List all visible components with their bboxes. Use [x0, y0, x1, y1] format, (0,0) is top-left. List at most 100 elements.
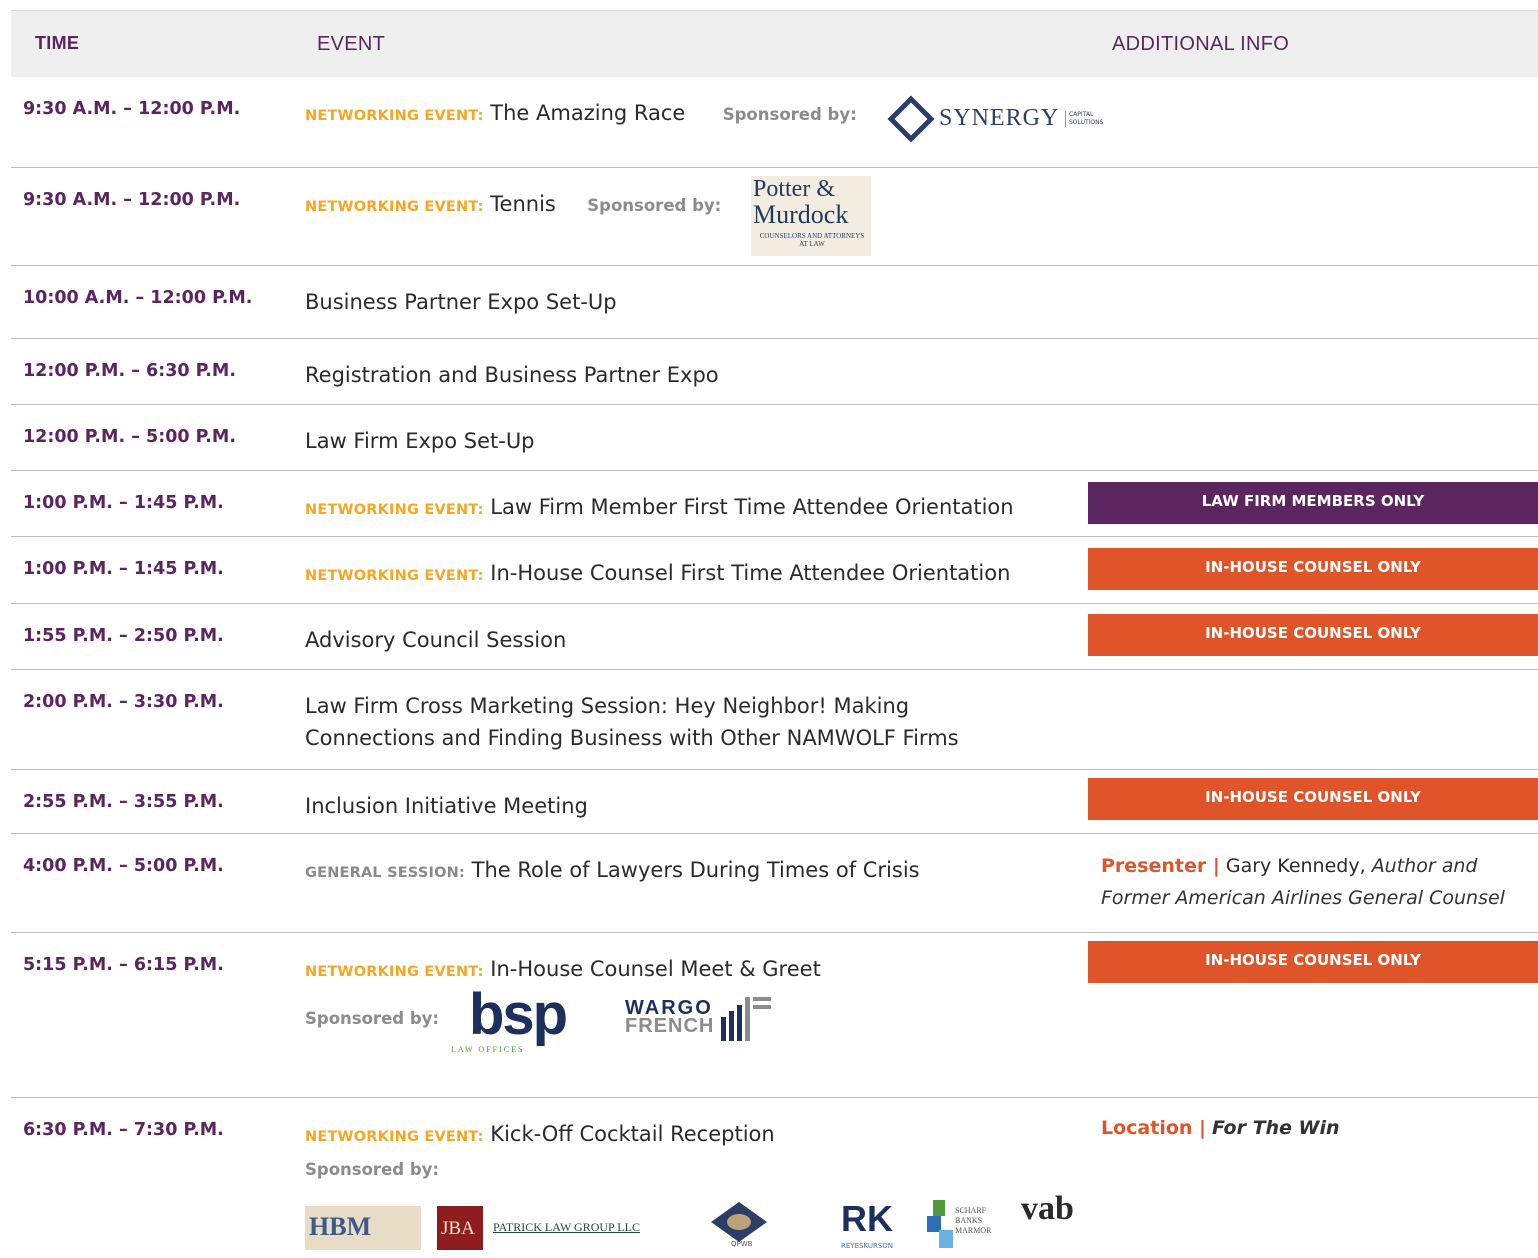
event-title: Law Firm Expo Set-Up — [305, 429, 535, 453]
location-value: For The Win — [1212, 1117, 1340, 1139]
row-time: 9:30 A.M. – 12:00 P.M. — [23, 190, 241, 210]
row-time: 1:00 P.M. – 1:45 P.M. — [23, 559, 224, 579]
event-tag: NETWORKING EVENT: — [305, 502, 484, 518]
event-title: Law Firm Member First Time Attendee Orie… — [490, 495, 1014, 519]
synergy-wordmark: SYNERGY — [939, 105, 1060, 131]
row-event: NETWORKING EVENT: Kick-Off Cocktail Rece… — [305, 1118, 775, 1153]
potter-murdock-line1: Potter & — [753, 176, 835, 202]
members-only-badge: LAW FIRM MEMBERS ONLY — [1088, 482, 1538, 524]
event-title: Law Firm Cross Marketing Session: Hey Ne… — [305, 694, 959, 750]
event-tag: GENERAL SESSION: — [305, 865, 465, 881]
in-house-only-badge: IN-HOUSE COUNSEL ONLY — [1088, 548, 1538, 590]
event-title: Business Partner Expo Set-Up — [305, 290, 617, 314]
potter-murdock-logo: Potter & Murdock COUNSELORS AND ATTORNEY… — [751, 176, 871, 256]
in-house-only-badge: IN-HOUSE COUNSEL ONLY — [1088, 778, 1538, 820]
header-additional-info: ADDITIONAL INFO — [1112, 33, 1290, 55]
vab-wordmark: vab — [1021, 1190, 1074, 1227]
header-event: EVENT — [317, 33, 386, 55]
patrick-law-group-wordmark: PATRICK LAW GROUP LLC — [493, 1220, 640, 1234]
table-row: 6:30 P.M. – 7:30 P.M. NETWORKING EVENT: … — [11, 1098, 1538, 1258]
event-title: The Role of Lawyers During Times of Cris… — [471, 858, 920, 882]
potter-murdock-subtext: COUNSELORS AND ATTORNEYS AT LAW — [759, 232, 865, 248]
table-row: 1:55 P.M. – 2:50 P.M. Advisory Council S… — [11, 604, 1538, 670]
reyes-kurson-logo: RK REYESKURSON — [837, 1198, 917, 1252]
row-event: NETWORKING EVENT: Law Firm Member First … — [305, 491, 1014, 526]
table-row: 9:30 A.M. – 12:00 P.M. NETWORKING EVENT:… — [11, 168, 1538, 266]
event-title: In-House Counsel First Time Attendee Ori… — [490, 561, 1011, 585]
location-info: Location | For The Win — [1101, 1112, 1340, 1144]
event-title: Tennis — [490, 192, 556, 216]
event-title: Inclusion Initiative Meeting — [305, 794, 588, 818]
table-row: 2:00 P.M. – 3:30 P.M. Law Firm Cross Mar… — [11, 670, 1538, 770]
table-row: 12:00 P.M. – 6:30 P.M. Registration and … — [11, 339, 1538, 405]
synergy-logo: SYNERGY CAPITAL SOLUTIONS — [887, 95, 1127, 145]
rk-subtext: REYESKURSON — [841, 1242, 894, 1250]
event-tag: NETWORKING EVENT: — [305, 108, 484, 124]
row-time: 12:00 P.M. – 5:00 P.M. — [23, 427, 236, 447]
bsp-subtext: LAW OFFICES — [451, 1045, 525, 1054]
bsp-wordmark: bsp — [469, 982, 568, 1047]
row-time: 1:55 P.M. – 2:50 P.M. — [23, 626, 224, 646]
row-time: 2:00 P.M. – 3:30 P.M. — [23, 692, 224, 712]
event-title: The Amazing Race — [490, 101, 686, 125]
wargo-french-logo: WARGO FRENCH — [623, 997, 793, 1047]
row-time: 9:30 A.M. – 12:00 P.M. — [23, 99, 241, 119]
event-tag: NETWORKING EVENT: — [305, 199, 484, 215]
row-event: GENERAL SESSION: The Role of Lawyers Dur… — [305, 854, 920, 889]
qpwb-logo: QPWB — [661, 1200, 831, 1254]
table-row: 1:00 P.M. – 1:45 P.M. NETWORKING EVENT: … — [11, 471, 1538, 537]
row-time: 10:00 A.M. – 12:00 P.M. — [23, 288, 253, 308]
rk-wordmark: RK — [841, 1198, 893, 1239]
table-row: 10:00 A.M. – 12:00 P.M. Business Partner… — [11, 266, 1538, 339]
sponsored-label: Sponsored by: — [587, 196, 722, 215]
presenter-name: Gary Kennedy, — [1225, 855, 1366, 877]
row-event: NETWORKING EVENT: The Amazing Race Spons… — [305, 97, 857, 132]
sponsored-label: Sponsored by: — [305, 1160, 439, 1179]
qpwb-wordmark: QPWB — [731, 1240, 753, 1248]
bsp-logo: bsp LAW OFFICES — [449, 982, 589, 1057]
table-row: 12:00 P.M. – 5:00 P.M. Law Firm Expo Set… — [11, 405, 1538, 471]
in-house-only-badge: IN-HOUSE COUNSEL ONLY — [1088, 941, 1538, 983]
potter-murdock-line2: Murdock — [753, 200, 849, 229]
presenter-label: Presenter | — [1101, 855, 1220, 877]
in-house-only-badge: IN-HOUSE COUNSEL ONLY — [1088, 614, 1538, 656]
location-label: Location | — [1101, 1117, 1206, 1139]
event-title: Registration and Business Partner Expo — [305, 363, 719, 387]
table-header: TIME EVENT ADDITIONAL INFO — [11, 10, 1538, 77]
french-wordmark: FRENCH — [625, 1015, 715, 1037]
sponsored-label: Sponsored by: — [305, 1009, 439, 1028]
event-tag: NETWORKING EVENT: — [305, 1129, 484, 1145]
vab-logo: vab — [1019, 1190, 1087, 1250]
row-time: 5:15 P.M. – 6:15 P.M. — [23, 955, 224, 975]
synergy-subtext: CAPITAL SOLUTIONS — [1065, 111, 1129, 127]
sponsored-label: Sponsored by: — [722, 105, 857, 124]
table-row: 5:15 P.M. – 6:15 P.M. NETWORKING EVENT: … — [11, 933, 1538, 1098]
row-time: 4:00 P.M. – 5:00 P.M. — [23, 856, 224, 876]
table-row: 4:00 P.M. – 5:00 P.M. GENERAL SESSION: T… — [11, 834, 1538, 933]
row-time: 12:00 P.M. – 6:30 P.M. — [23, 361, 236, 381]
event-title: Advisory Council Session — [305, 628, 567, 652]
row-time: 1:00 P.M. – 1:45 P.M. — [23, 493, 224, 513]
event-title: In-House Counsel Meet & Greet — [490, 957, 821, 981]
hbm-logo: HBM — [305, 1206, 421, 1250]
row-event: NETWORKING EVENT: Tennis Sponsored by: — [305, 188, 721, 223]
patrick-law-group-logo: PATRICK LAW GROUP LLC — [493, 1216, 653, 1240]
presenter-info: Presenter | Gary Kennedy, Author and For… — [1101, 850, 1511, 914]
scharf-banks-marmor-logo: SCHARF BANKS MARMOR — [927, 1198, 1013, 1252]
event-title: Kick-Off Cocktail Reception — [490, 1122, 775, 1146]
table-row: 9:30 A.M. – 12:00 P.M. NETWORKING EVENT:… — [11, 77, 1538, 168]
jba-logo: JBA — [437, 1206, 483, 1250]
sbm-wordmark: SCHARF BANKS MARMOR — [955, 1206, 992, 1235]
header-time: TIME — [35, 33, 80, 53]
event-tag: NETWORKING EVENT: — [305, 964, 484, 980]
jba-wordmark: JBA — [441, 1218, 475, 1239]
cropped-previous-text — [0, 0, 1538, 10]
table-row: 2:55 P.M. – 3:55 P.M. Inclusion Initiati… — [11, 770, 1538, 834]
wargo-bars-icon — [721, 997, 771, 1041]
hbm-wordmark: HBM — [309, 1212, 372, 1241]
row-time: 2:55 P.M. – 3:55 P.M. — [23, 792, 224, 812]
row-event: NETWORKING EVENT: In-House Counsel First… — [305, 557, 1010, 592]
event-tag: NETWORKING EVENT: — [305, 568, 484, 584]
table-row: 1:00 P.M. – 1:45 P.M. NETWORKING EVENT: … — [11, 537, 1538, 604]
row-time: 6:30 P.M. – 7:30 P.M. — [23, 1120, 224, 1140]
